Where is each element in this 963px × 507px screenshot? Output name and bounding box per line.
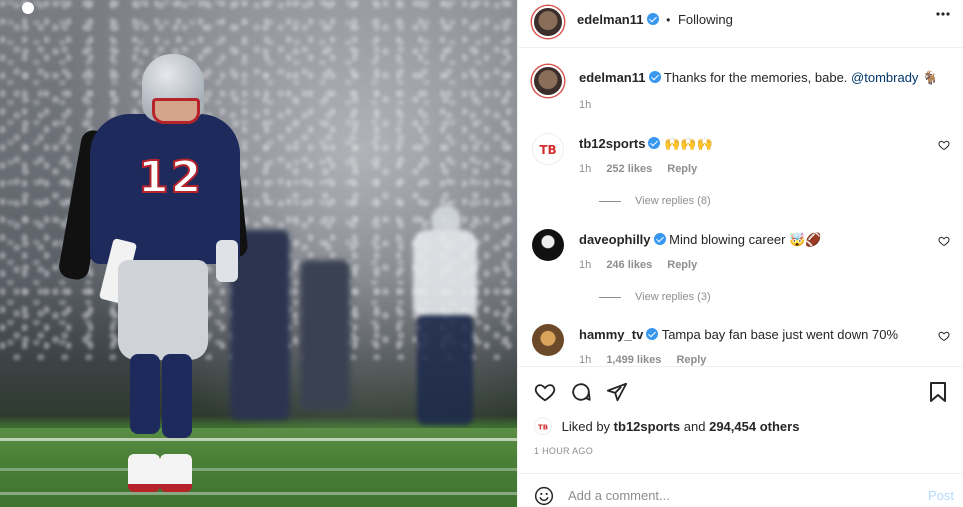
comment-body: Tampa bay fan base just went down 70% [661,327,899,342]
action-bar [518,366,963,414]
liked-by-user[interactable]: tb12sports [614,419,680,434]
add-comment-bar: Add a comment... Post [518,473,963,507]
liked-by-prefix: Liked by [561,419,611,434]
comment-time: 1h [579,354,592,366]
tb12-logo-icon: TB [539,143,556,157]
verified-icon [646,328,659,340]
post-timestamp[interactable]: 1 HOUR AGO [534,446,593,456]
post-header: edelman11 • Following [518,0,963,48]
comment-like-heart-icon[interactable] [938,235,950,247]
quarterback-player: 12 [57,50,250,500]
header-user-line: edelman11 • Following [577,12,733,27]
post-comment-button[interactable]: Post [928,488,954,503]
comment-text: tb12sports 🙌🙌🙌 [579,135,939,153]
add-comment-input[interactable]: Add a comment... [568,488,670,503]
caption-body: Thanks for the memories, babe. [663,70,848,85]
svg-text:TB: TB [538,424,548,432]
verified-icon [648,71,661,83]
comment-row: TB tb12sports 🙌🙌🙌 1h 252 likes Reply Vie… [532,133,952,223]
jersey-number: 12 [137,151,204,204]
caption-emoji: 🐐 [922,70,939,85]
verified-icon [648,137,661,149]
more-options-icon[interactable] [936,12,950,16]
liked-by-count[interactable]: 294,454 others [709,419,799,434]
post-photo[interactable]: 12 [0,0,517,507]
post-side-panel: edelman11 • Following edelman11 Thanks f… [517,0,963,507]
background-figure [300,260,350,410]
view-replies-button[interactable]: View replies (8) [613,195,711,207]
comment-row: hammy_tv Tampa bay fan base just went do… [532,324,952,366]
comment-likes[interactable]: 246 likes [606,259,652,271]
commenter-username[interactable]: hammy_tv [579,327,643,342]
header-separator: • [666,13,671,27]
save-bookmark-icon[interactable] [928,381,948,403]
view-replies-button[interactable]: View replies (3) [613,291,711,303]
comment-row: daveophilly Mind blowing career 🤯🏈 1h 24… [532,229,952,319]
liked-by-line: TB Liked by tb12sports and 294,454 other… [534,417,799,435]
comment-meta: 1h 1,499 likes Reply [579,354,718,366]
comment-time: 1h [579,163,592,175]
comment-time: 1h [579,259,592,271]
comment-body: 🙌🙌🙌 [664,136,713,151]
comment-body: Mind blowing career 🤯🏈 [669,232,822,247]
comment-likes[interactable]: 1,499 likes [606,354,661,366]
comment-likes[interactable]: 252 likes [606,163,652,175]
comment-meta: 1h 252 likes Reply [579,163,709,175]
comment-meta: 1h 246 likes Reply [579,259,709,271]
background-player [405,205,485,435]
svg-text:TB: TB [539,143,556,157]
reply-button[interactable]: Reply [667,259,697,271]
comment-bubble-icon[interactable] [570,381,592,403]
caption-time: 1h [579,99,592,111]
author-username[interactable]: edelman11 [577,12,644,27]
caption-row: edelman11 Thanks for the memories, babe.… [532,65,952,125]
commenter-avatar[interactable] [532,324,564,356]
instagram-post: 12 edelman11 • Following edelman11 Thank… [0,0,963,507]
share-paper-plane-icon[interactable] [606,381,628,403]
comment-text: hammy_tv Tampa bay fan base just went do… [579,326,939,344]
comment-text: daveophilly Mind blowing career 🤯🏈 [579,231,939,249]
caption-meta: 1h [579,99,603,111]
commenter-username[interactable]: tb12sports [579,136,645,151]
comments-list[interactable]: edelman11 Thanks for the memories, babe.… [518,49,963,366]
emoji-smiley-icon[interactable] [534,486,554,506]
tb12-avatar-icon[interactable]: TB [534,417,552,435]
author-avatar[interactable] [532,6,564,38]
verified-icon [646,13,659,25]
comment-like-heart-icon[interactable] [938,139,950,151]
caption-username[interactable]: edelman11 [579,70,646,85]
like-heart-icon[interactable] [534,381,556,403]
following-button[interactable]: Following [678,12,733,27]
photo-indicator-dot [22,2,34,14]
reply-button[interactable]: Reply [667,163,697,175]
caption-avatar[interactable] [532,65,564,97]
commenter-avatar[interactable]: TB [532,133,564,165]
commenter-avatar[interactable] [532,229,564,261]
caption-text: edelman11 Thanks for the memories, babe.… [579,69,939,87]
liked-by-connector: and [683,419,706,434]
verified-icon [653,233,666,245]
reply-button[interactable]: Reply [676,354,706,366]
caption-mention-link[interactable]: @tombrady [851,70,918,85]
commenter-username[interactable]: daveophilly [579,232,651,247]
comment-like-heart-icon[interactable] [938,330,950,342]
